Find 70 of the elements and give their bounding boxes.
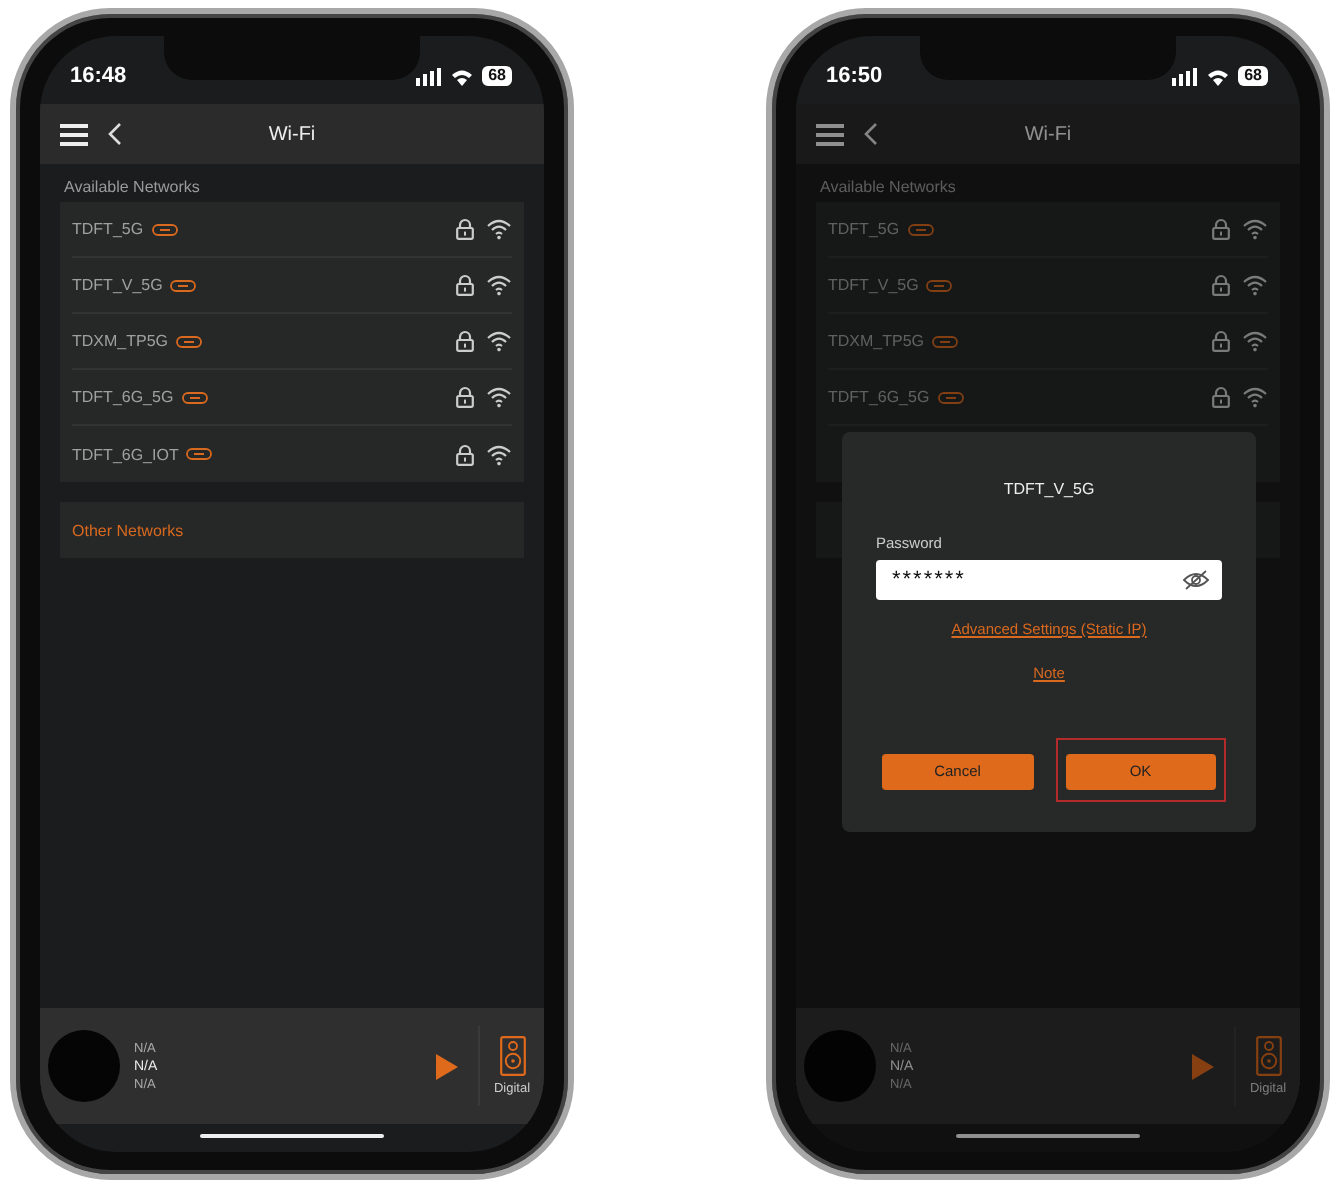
other-networks-link[interactable]: Other Networks	[72, 521, 184, 539]
wifi-icon	[1242, 218, 1268, 240]
network-name: TDXM_TP5G	[72, 332, 169, 350]
wifi-icon	[486, 386, 512, 408]
wifi-icon	[486, 443, 512, 465]
password-field[interactable]: *******	[876, 560, 1222, 600]
lock-icon	[1212, 218, 1230, 240]
signal-icon	[416, 67, 443, 85]
band-tag-icon	[181, 391, 208, 403]
wifi-icon	[1242, 386, 1268, 408]
lock-icon	[1212, 386, 1230, 408]
network-name: TDXM_TP5G	[828, 332, 925, 350]
band-tag-icon	[176, 335, 203, 347]
section-label: Available Networks	[818, 176, 958, 200]
network-name: TDFT_6G_IOT	[72, 445, 179, 463]
dialog-title: TDFT_V_5G	[1001, 480, 1097, 498]
section-label: Available Networks	[62, 176, 202, 200]
wifi-icon	[1242, 330, 1268, 352]
lock-icon	[456, 443, 474, 465]
wifi-icon	[486, 274, 512, 296]
play-icon[interactable]	[436, 1053, 458, 1079]
network-name: TDFT_V_5G	[72, 276, 163, 294]
lock-icon	[456, 218, 474, 240]
lock-icon	[456, 274, 474, 296]
band-tag-icon	[151, 223, 178, 235]
back-icon[interactable]	[864, 122, 878, 146]
lock-icon	[1212, 274, 1230, 296]
band-tag-icon	[186, 448, 213, 460]
network-name: TDFT_6G_5G	[828, 388, 930, 406]
network-name: TDFT_V_5G	[828, 276, 919, 294]
other-networks-row[interactable]: Other Networks	[60, 502, 524, 558]
status-time: 16:50	[826, 64, 883, 88]
band-tag-icon	[932, 335, 959, 347]
back-icon[interactable]	[108, 122, 122, 146]
screen-title: Wi-Fi	[1024, 123, 1072, 145]
battery-indicator: 68	[1238, 66, 1268, 86]
lock-icon	[1212, 330, 1230, 352]
status-time: 16:48	[70, 64, 127, 88]
menu-icon[interactable]	[816, 123, 844, 145]
network-row[interactable]: TDFT_6G_5G	[72, 370, 512, 426]
network-row[interactable]: TDFT_5G	[828, 202, 1268, 258]
lock-icon	[456, 330, 474, 352]
wifi-icon	[486, 330, 512, 352]
eye-slash-icon[interactable]	[1182, 570, 1210, 590]
network-row[interactable]: TDFT_V_5G	[72, 258, 512, 314]
network-row[interactable]: TDFT_V_5G	[828, 258, 1268, 314]
album-art	[804, 1030, 876, 1102]
network-row[interactable]: TDFT_6G_5G	[828, 370, 1268, 426]
network-row[interactable]: TDXM_TP5G	[828, 314, 1268, 370]
network-name: TDFT_5G	[828, 220, 900, 238]
network-row[interactable]: TDFT_5G	[72, 202, 512, 258]
wifi-icon	[450, 67, 475, 85]
network-row[interactable]: TDXM_TP5G	[72, 314, 512, 370]
band-tag-icon	[926, 279, 953, 291]
network-row[interactable]: TDFT_6G_IOT	[72, 426, 512, 482]
wifi-icon	[486, 218, 512, 240]
signal-icon	[1172, 67, 1199, 85]
album-art	[48, 1030, 120, 1102]
network-name: TDFT_6G_5G	[72, 388, 174, 406]
speaker-icon[interactable]	[499, 1036, 525, 1076]
battery-indicator: 68	[482, 66, 512, 86]
band-tag-icon	[937, 391, 964, 403]
band-tag-icon	[907, 223, 934, 235]
band-tag-icon	[170, 279, 197, 291]
screen-title: Wi-Fi	[268, 123, 316, 145]
lock-icon	[456, 386, 474, 408]
wifi-icon	[1206, 67, 1231, 85]
wifi-icon	[1242, 274, 1268, 296]
menu-icon[interactable]	[60, 123, 88, 145]
network-name: TDFT_5G	[72, 220, 144, 238]
